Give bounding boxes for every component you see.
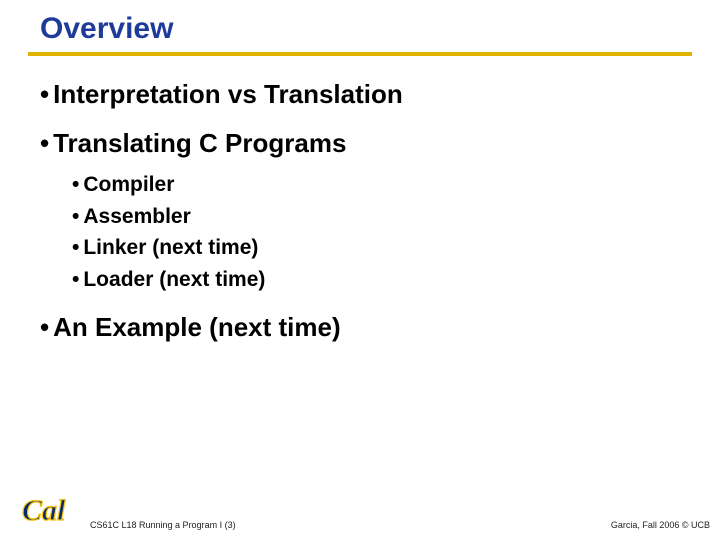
footer-left-text: CS61C L18 Running a Program I (3) xyxy=(90,520,236,530)
slide: Overview •Interpretation vs Translation … xyxy=(0,0,720,540)
bullet-level2: •Linker (next time) xyxy=(72,232,680,264)
bullet-dot-icon: • xyxy=(40,312,49,342)
bullet-text: Translating C Programs xyxy=(53,128,346,158)
slide-body: •Interpretation vs Translation •Translat… xyxy=(0,56,720,344)
bullet-level1: •Translating C Programs xyxy=(40,127,680,160)
slide-title: Overview xyxy=(0,12,720,52)
footer-right-text: Garcia, Fall 2006 © UCB xyxy=(611,520,710,530)
bullet-text: Interpretation vs Translation xyxy=(53,79,403,109)
bullet-dot-icon: • xyxy=(72,173,79,196)
bullet-level1: •Interpretation vs Translation xyxy=(40,78,680,111)
slide-footer: Cal CS61C L18 Running a Program I (3) Ga… xyxy=(0,484,720,532)
bullet-dot-icon: • xyxy=(72,268,79,291)
bullet-level2: •Assembler xyxy=(72,201,680,233)
bullet-dot-icon: • xyxy=(72,205,79,228)
bullet-dot-icon: • xyxy=(72,236,79,259)
bullet-level2: •Compiler xyxy=(72,169,680,201)
bullet-text: An Example (next time) xyxy=(53,312,341,342)
bullet-dot-icon: • xyxy=(40,128,49,158)
bullet-level2: •Loader (next time) xyxy=(72,264,680,296)
cal-logo-icon: Cal xyxy=(20,490,80,530)
bullet-text: Assembler xyxy=(83,205,190,228)
bullet-level1: •An Example (next time) xyxy=(40,311,680,344)
bullet-dot-icon: • xyxy=(40,79,49,109)
bullet-text: Linker (next time) xyxy=(83,236,258,259)
svg-text:Cal: Cal xyxy=(22,494,66,527)
sub-bullet-group: •Compiler •Assembler •Linker (next time)… xyxy=(40,169,680,295)
bullet-text: Loader (next time) xyxy=(83,268,265,291)
bullet-text: Compiler xyxy=(83,173,174,196)
